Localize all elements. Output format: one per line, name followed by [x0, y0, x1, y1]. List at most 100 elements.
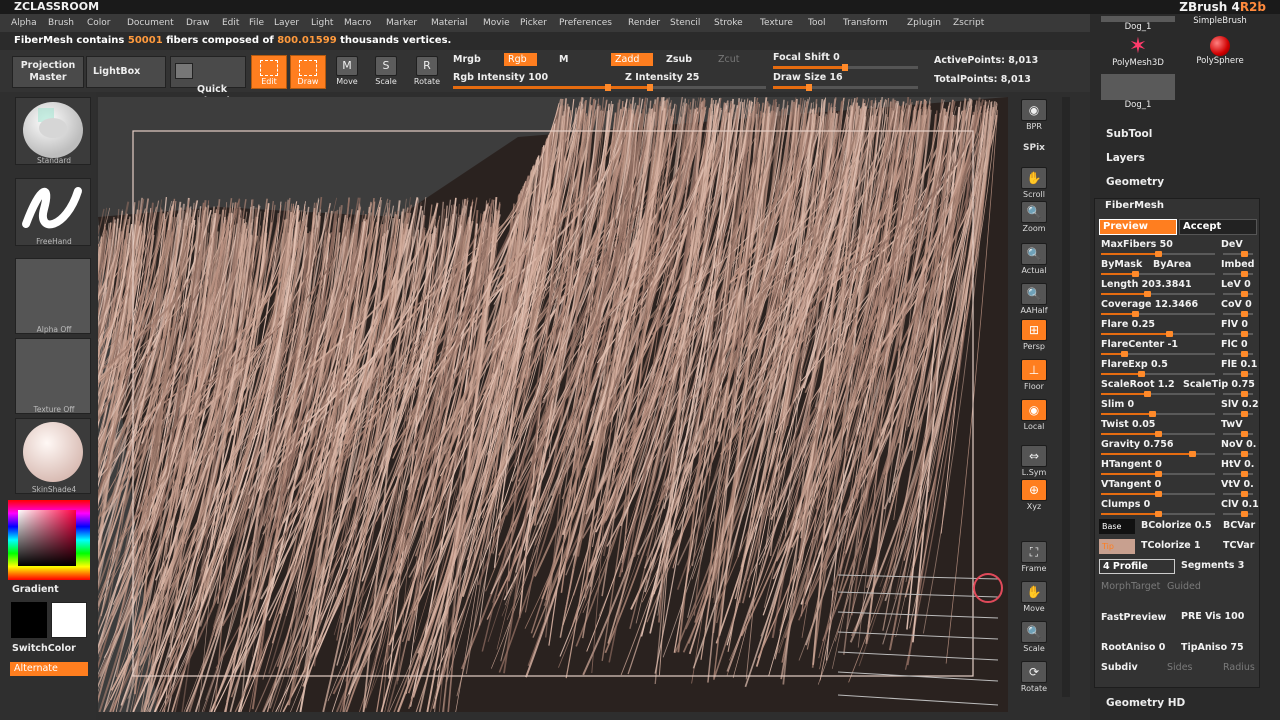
- geometry-hd-palette[interactable]: Geometry HD: [1106, 697, 1185, 709]
- rotate-button[interactable]: ⟳ Rotate: [1016, 661, 1052, 697]
- preview-button[interactable]: Preview: [1099, 219, 1177, 235]
- menu-light[interactable]: Light: [311, 17, 333, 29]
- slider-knob[interactable]: [1155, 431, 1162, 437]
- fiber-param-track[interactable]: [1101, 271, 1215, 277]
- slider-knob[interactable]: [1241, 391, 1248, 397]
- subtool-palette[interactable]: SubTool: [1106, 128, 1152, 140]
- slider-knob[interactable]: [1241, 351, 1248, 357]
- slider-knob[interactable]: [1241, 471, 1248, 477]
- projection-master-button[interactable]: Projection Master: [12, 56, 84, 88]
- slider-knob[interactable]: [1155, 491, 1162, 497]
- slider-knob[interactable]: [1241, 291, 1248, 297]
- quick-sketch-button[interactable]: Quick Sketch: [170, 56, 246, 107]
- scale-button[interactable]: S Scale: [369, 54, 403, 90]
- fiber-variance-track[interactable]: [1223, 451, 1253, 457]
- fiber-param-track[interactable]: [1101, 311, 1215, 317]
- zadd-button[interactable]: Zadd: [611, 53, 654, 66]
- fiber-variance-track[interactable]: [1223, 271, 1253, 277]
- fiber-param-track[interactable]: [1101, 431, 1215, 437]
- fiber-param-slider[interactable]: VTangent 0: [1101, 479, 1161, 490]
- scale-button[interactable]: 🔍 Scale: [1016, 621, 1052, 657]
- fiber-param-slider[interactable]: FlareExp 0.5: [1101, 359, 1168, 370]
- fiber-param-toggle[interactable]: ByArea: [1153, 259, 1191, 270]
- menu-movie[interactable]: Movie: [483, 17, 510, 29]
- fiber-variance-slider[interactable]: TwV: [1221, 419, 1243, 430]
- rotate-button[interactable]: R Rotate: [410, 54, 444, 90]
- alternate-button[interactable]: Alternate: [10, 662, 88, 676]
- fiber-param-slider[interactable]: Flare 0.25: [1101, 319, 1155, 330]
- bcvar-slider[interactable]: BCVar: [1223, 520, 1255, 531]
- guided-button[interactable]: Guided: [1167, 581, 1201, 592]
- fiber-param-slider[interactable]: HTangent 0: [1101, 459, 1162, 470]
- tip-color-swatch[interactable]: Tip: [1099, 539, 1135, 554]
- fibermesh-title[interactable]: FiberMesh: [1105, 200, 1164, 211]
- slider-knob[interactable]: [1149, 411, 1157, 417]
- slider-knob[interactable]: [1155, 471, 1162, 477]
- fiber-param-track[interactable]: [1101, 371, 1215, 377]
- slider-knob[interactable]: [1166, 331, 1174, 337]
- switchcolor-button[interactable]: SwitchColor: [12, 643, 76, 654]
- morph-target-button[interactable]: MorphTarget: [1101, 581, 1160, 592]
- menu-preferences[interactable]: Preferences: [559, 17, 612, 29]
- menu-texture[interactable]: Texture: [760, 17, 793, 29]
- tcolorize-slider[interactable]: TColorize 1: [1141, 540, 1201, 551]
- fiber-variance-track[interactable]: [1223, 291, 1253, 297]
- accept-button[interactable]: Accept: [1179, 219, 1257, 235]
- slider-knob[interactable]: [1143, 391, 1151, 397]
- slider-knob[interactable]: [1241, 411, 1248, 417]
- root-aniso-slider[interactable]: RootAniso 0: [1101, 642, 1165, 653]
- slider-knob[interactable]: [1143, 291, 1151, 297]
- actual-button[interactable]: 🔍 Actual: [1016, 243, 1052, 279]
- draw-size-slider[interactable]: [773, 84, 918, 91]
- fiber-variance-slider[interactable]: NoV 0.: [1221, 439, 1256, 450]
- fiber-variance-track[interactable]: [1223, 251, 1253, 257]
- fiber-param-slider[interactable]: Length 203.3841: [1101, 279, 1192, 290]
- slider-knob[interactable]: [842, 64, 848, 71]
- menu-file[interactable]: File: [249, 17, 264, 29]
- fiber-param-track[interactable]: [1101, 491, 1215, 497]
- fiber-variance-track[interactable]: [1223, 351, 1253, 357]
- fiber-variance-slider[interactable]: FlV 0: [1221, 319, 1248, 330]
- fiber-param-slider[interactable]: Clumps 0: [1101, 499, 1150, 510]
- geometry-palette[interactable]: Geometry: [1106, 176, 1164, 188]
- fiber-variance-slider[interactable]: VtV 0.: [1221, 479, 1254, 490]
- fiber-variance-slider[interactable]: SlV 0.2: [1221, 399, 1259, 410]
- menu-tool[interactable]: Tool: [808, 17, 825, 29]
- slider-knob[interactable]: [1241, 251, 1248, 257]
- menu-picker[interactable]: Picker: [520, 17, 547, 29]
- slider-knob[interactable]: [1132, 311, 1140, 317]
- fiber-variance-slider[interactable]: Imbed: [1221, 259, 1254, 270]
- bcolorize-slider[interactable]: BColorize 0.5: [1141, 520, 1212, 531]
- slider-knob[interactable]: [1241, 431, 1248, 437]
- frame-button[interactable]: ⛶ Frame: [1016, 541, 1052, 577]
- fiber-variance-track[interactable]: [1223, 491, 1253, 497]
- local-button[interactable]: ◉ Local: [1016, 399, 1052, 435]
- slider-knob[interactable]: [1241, 311, 1248, 317]
- move-button[interactable]: ✋ Move: [1016, 581, 1052, 617]
- z-intensity-slider[interactable]: [611, 84, 766, 91]
- fiber-param-track[interactable]: [1101, 331, 1215, 337]
- slider-knob[interactable]: [646, 84, 653, 91]
- fiber-param-track[interactable]: [1101, 351, 1215, 357]
- document-canvas[interactable]: [98, 97, 1008, 712]
- fiber-variance-track[interactable]: [1223, 331, 1253, 337]
- brush-picker[interactable]: Standard: [15, 97, 91, 165]
- base-color-swatch[interactable]: Base: [1099, 519, 1135, 534]
- persp-button[interactable]: ⊞ Persp: [1016, 319, 1052, 355]
- subdiv-slider[interactable]: Subdiv: [1101, 662, 1138, 673]
- zsub-button[interactable]: Zsub: [666, 54, 692, 65]
- slider-knob[interactable]: [1241, 511, 1248, 517]
- material-picker[interactable]: SkinShade4: [15, 418, 91, 494]
- fiber-param-slider[interactable]: ScaleRoot 1.2: [1101, 379, 1175, 390]
- lightbox-button[interactable]: LightBox: [86, 56, 166, 88]
- fiber-param-track[interactable]: [1101, 251, 1215, 257]
- fiber-variance-track[interactable]: [1223, 411, 1253, 417]
- fiber-variance-slider[interactable]: ScaleTip 0.75: [1183, 379, 1255, 390]
- fiber-variance-slider[interactable]: ClV 0.1: [1221, 499, 1259, 510]
- fiber-param-slider[interactable]: FlareCenter -1: [1101, 339, 1178, 350]
- fiber-param-slider[interactable]: Slim 0: [1101, 399, 1134, 410]
- tcvar-slider[interactable]: TCVar: [1223, 540, 1254, 551]
- menu-macro[interactable]: Macro: [344, 17, 371, 29]
- menu-alpha[interactable]: Alpha: [11, 17, 37, 29]
- fiber-param-slider[interactable]: Twist 0.05: [1101, 419, 1155, 430]
